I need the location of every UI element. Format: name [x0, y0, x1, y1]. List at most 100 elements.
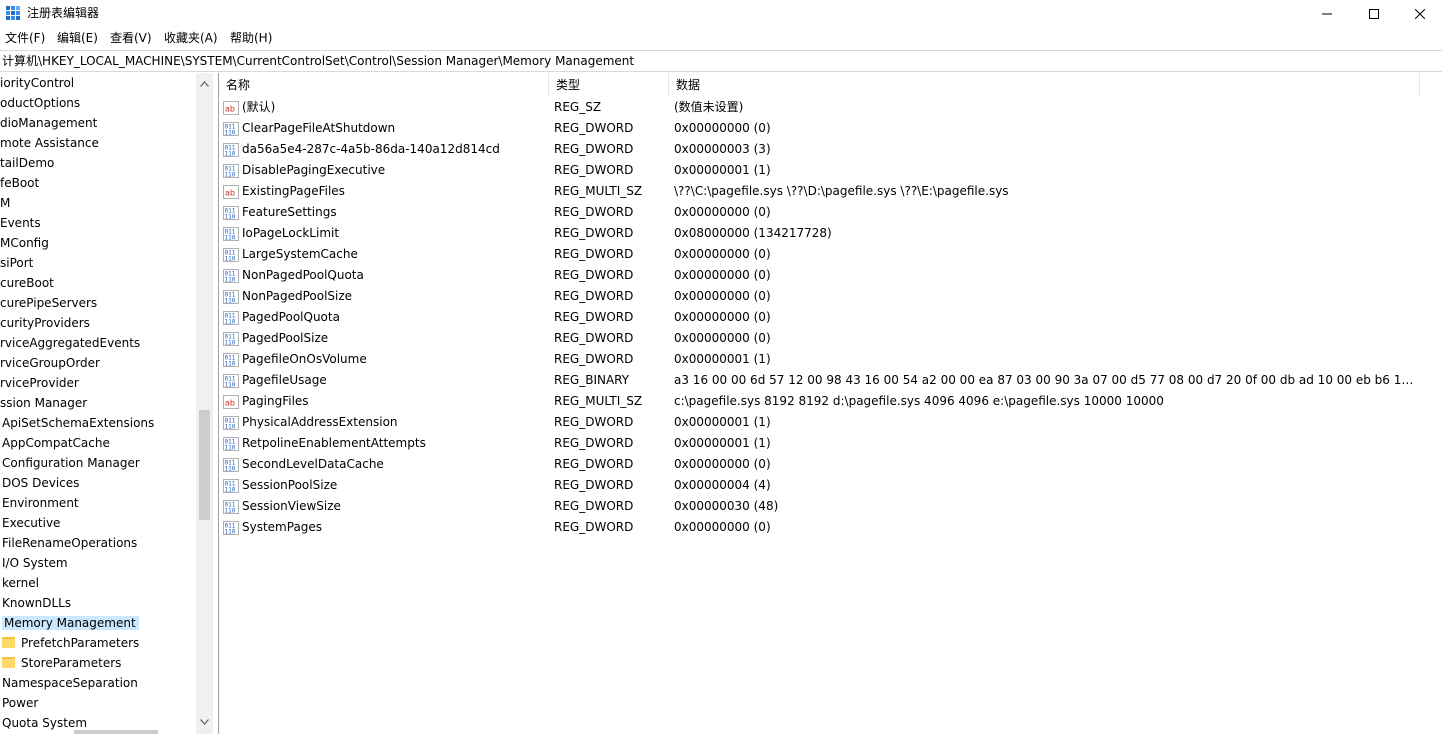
value-row[interactable]: ab (默认) REG_SZ (数值未设置) [219, 97, 1442, 118]
tree-item[interactable]: cureBoot [0, 273, 196, 293]
address-bar[interactable]: 计算机\HKEY_LOCAL_MACHINE\SYSTEM\CurrentCon… [0, 50, 1442, 72]
svg-text:110: 110 [225, 297, 236, 304]
tree-item[interactable]: KnownDLLs [0, 593, 196, 613]
tree-item[interactable]: mote Assistance [0, 133, 196, 153]
minimize-button[interactable] [1304, 0, 1350, 28]
tree-item[interactable]: kernel [0, 573, 196, 593]
tree-item[interactable]: tailDemo [0, 153, 196, 173]
value-row[interactable]: 011 110 PagedPoolSize REG_DWORD 0x00000000 (… [219, 328, 1442, 349]
tree-item[interactable]: feBoot [0, 173, 196, 193]
value-row[interactable]: 011 110 NonPagedPoolQuota REG_DWORD 0x000000… [219, 265, 1442, 286]
value-type: REG_DWORD [554, 226, 634, 240]
tree-item-label: rviceGroupOrder [0, 356, 100, 370]
tree-item-label: feBoot [0, 176, 40, 190]
tree-item[interactable]: PrefetchParameters [0, 633, 196, 653]
menu-file[interactable]: 文件(F) [5, 31, 45, 46]
scroll-down-button[interactable] [196, 713, 213, 730]
tree-item[interactable]: M [0, 193, 196, 213]
tree-item-label: PrefetchParameters [21, 636, 140, 650]
value-row[interactable]: 011 110 SessionPoolSize REG_DWORD 0x00000004… [219, 475, 1442, 496]
value-row[interactable]: ab ExistingPageFiles REG_MULTI_SZ \??\C:\pa… [219, 181, 1442, 202]
tree-item[interactable]: AppCompatCache [0, 433, 196, 453]
tree-item[interactable]: Events [0, 213, 196, 233]
svg-text:110: 110 [225, 171, 236, 178]
value-row[interactable]: 011 110 DisablePagingExecutive REG_DWORD 0x0… [219, 160, 1442, 181]
values-list[interactable]: 名称 类型 数据 ab (默认) REG_SZ (数值未设置) 011 110 ClearP… [219, 73, 1442, 734]
tree-item[interactable]: siPort [0, 253, 196, 273]
column-header-type[interactable]: 类型 [549, 73, 669, 97]
value-data: 0x00000030 (48) [674, 499, 779, 513]
close-button[interactable] [1397, 0, 1442, 28]
value-name: PagefileOnOsVolume [242, 352, 367, 366]
tree-item[interactable]: iorityControl [0, 73, 196, 93]
value-row[interactable]: 011 110 NonPagedPoolSize REG_DWORD 0x0000000… [219, 286, 1442, 307]
tree-item[interactable]: Environment [0, 493, 196, 513]
value-name-cell: 011 110 DisablePagingExecutive [223, 160, 385, 181]
tree-item[interactable]: Memory Management [0, 613, 196, 633]
tree-horizontal-scroll-thumb[interactable] [74, 730, 158, 734]
menu-view[interactable]: 查看(V) [110, 31, 152, 46]
tree-item[interactable]: ssion Manager [0, 393, 196, 413]
scroll-thumb[interactable] [199, 410, 210, 520]
tree-item[interactable]: ApiSetSchemaExtensions [0, 413, 196, 433]
menu-help[interactable]: 帮助(H) [230, 31, 272, 46]
tree-item[interactable]: curityProviders [0, 313, 196, 333]
tree-item[interactable]: rviceProvider [0, 373, 196, 393]
address-path[interactable]: 计算机\HKEY_LOCAL_MACHINE\SYSTEM\CurrentCon… [2, 54, 634, 69]
value-row[interactable]: 011 110 ClearPageFileAtShutdown REG_DWORD 0x… [219, 118, 1442, 139]
tree-item[interactable]: rviceAggregatedEvents [0, 333, 196, 353]
value-data: 0x00000000 (0) [674, 457, 771, 471]
tree-item[interactable]: oductOptions [0, 93, 196, 113]
tree-item[interactable]: dioManagement [0, 113, 196, 133]
value-row[interactable]: 011 110 da56a5e4-287c-4a5b-86da-140a12d814… [219, 139, 1442, 160]
value-name: PhysicalAddressExtension [242, 415, 398, 429]
value-type: REG_SZ [554, 100, 602, 114]
menu-edit[interactable]: 编辑(E) [57, 31, 98, 46]
binary-value-icon: 011 110 [223, 226, 239, 242]
tree-item[interactable]: Power [0, 693, 196, 713]
value-type: REG_DWORD [554, 142, 634, 156]
value-row[interactable]: 011 110 PagefileUsage REG_BINARY a3 16 00 00… [219, 370, 1442, 391]
tree-item-label: FileRenameOperations [2, 536, 138, 550]
value-row[interactable]: 011 110 LargeSystemCache REG_DWORD 0x0000000… [219, 244, 1442, 265]
svg-text:110: 110 [225, 213, 236, 220]
svg-text:110: 110 [225, 444, 236, 451]
maximize-button[interactable] [1351, 0, 1397, 28]
value-name: RetpolineEnablementAttempts [242, 436, 426, 450]
column-header-data[interactable]: 数据 [669, 73, 1420, 97]
value-row[interactable]: 011 110 SessionViewSize REG_DWORD 0x00000030… [219, 496, 1442, 517]
value-name: NonPagedPoolQuota [242, 268, 364, 282]
value-type: REG_MULTI_SZ [554, 184, 643, 198]
tree-item[interactable]: Configuration Manager [0, 453, 196, 473]
tree-item[interactable]: curePipeServers [0, 293, 196, 313]
tree-item[interactable]: MConfig [0, 233, 196, 253]
value-name: SessionViewSize [242, 499, 341, 513]
tree-item[interactable]: NamespaceSeparation [0, 673, 196, 693]
tree-item[interactable]: Executive [0, 513, 196, 533]
value-row[interactable]: 011 110 FeatureSettings REG_DWORD 0x00000000… [219, 202, 1442, 223]
tree-item-label: DOS Devices [2, 476, 80, 490]
tree-item[interactable]: StoreParameters [0, 653, 196, 673]
binary-value-icon: 011 110 [223, 478, 239, 494]
value-data: 0x00000000 (0) [674, 121, 771, 135]
tree-item[interactable]: rviceGroupOrder [0, 353, 196, 373]
value-row[interactable]: 011 110 IoPageLockLimit REG_DWORD 0x08000000… [219, 223, 1442, 244]
value-type: REG_DWORD [554, 436, 634, 450]
column-header-name[interactable]: 名称 [219, 73, 549, 97]
tree-item[interactable]: DOS Devices [0, 473, 196, 493]
value-row[interactable]: 011 110 PagedPoolQuota REG_DWORD 0x00000000 … [219, 307, 1442, 328]
value-row[interactable]: 011 110 PhysicalAddressExtension REG_DWORD 0… [219, 412, 1442, 433]
value-row[interactable]: ab PagingFiles REG_MULTI_SZ c:\pagefile.sys… [219, 391, 1442, 412]
value-row[interactable]: 011 110 RetpolineEnablementAttempts REG_DWO… [219, 433, 1442, 454]
value-row[interactable]: 011 110 SecondLevelDataCache REG_DWORD 0x000… [219, 454, 1442, 475]
menu-favorites[interactable]: 收藏夹(A) [164, 31, 218, 46]
value-name-cell: 011 110 PagedPoolQuota [223, 307, 340, 328]
key-tree[interactable]: iorityControl oductOptions dioManagement mo… [0, 73, 196, 734]
tree-item[interactable]: FileRenameOperations [0, 533, 196, 553]
value-row[interactable]: 011 110 PagefileOnOsVolume REG_DWORD 0x00000… [219, 349, 1442, 370]
value-data: 0x00000001 (1) [674, 163, 771, 177]
tree-item[interactable]: I/O System [0, 553, 196, 573]
value-row[interactable]: 011 110 SystemPages REG_DWORD 0x00000000 (0) [219, 517, 1442, 538]
tree-vertical-scrollbar[interactable] [196, 73, 213, 734]
scroll-up-button[interactable] [196, 75, 213, 92]
